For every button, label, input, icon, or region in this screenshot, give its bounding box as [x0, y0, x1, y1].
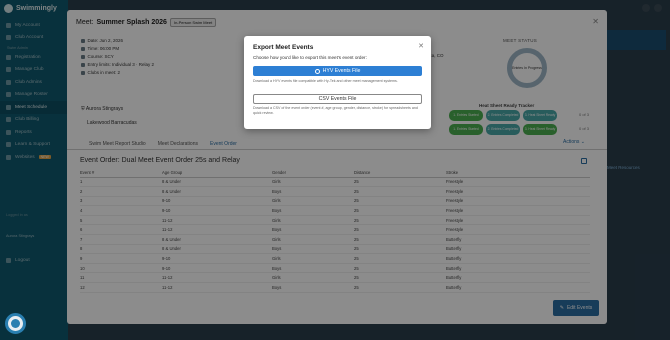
modal-subtitle: Choose how you'd like to export this mee… [253, 55, 367, 60]
csv-button-label: CSV Events File [318, 96, 357, 102]
chat-icon [11, 319, 20, 328]
csv-events-file-button[interactable]: CSV Events File [253, 94, 422, 104]
modal-title: Export Meet Events [253, 44, 314, 51]
hyv-description: Download a HYV events file compatible wi… [253, 79, 398, 83]
export-meet-events-modal: Export Meet Events ✕ Choose how you'd li… [244, 36, 431, 129]
hyv-button-label: HYV Events File [322, 68, 361, 74]
hyv-events-file-button[interactable]: HYV Events File [253, 66, 422, 76]
csv-description: Download a CSV of the event order (event… [253, 106, 418, 115]
chat-support-button[interactable] [5, 313, 26, 334]
close-icon[interactable]: ✕ [418, 42, 424, 50]
file-export-icon [314, 68, 320, 74]
